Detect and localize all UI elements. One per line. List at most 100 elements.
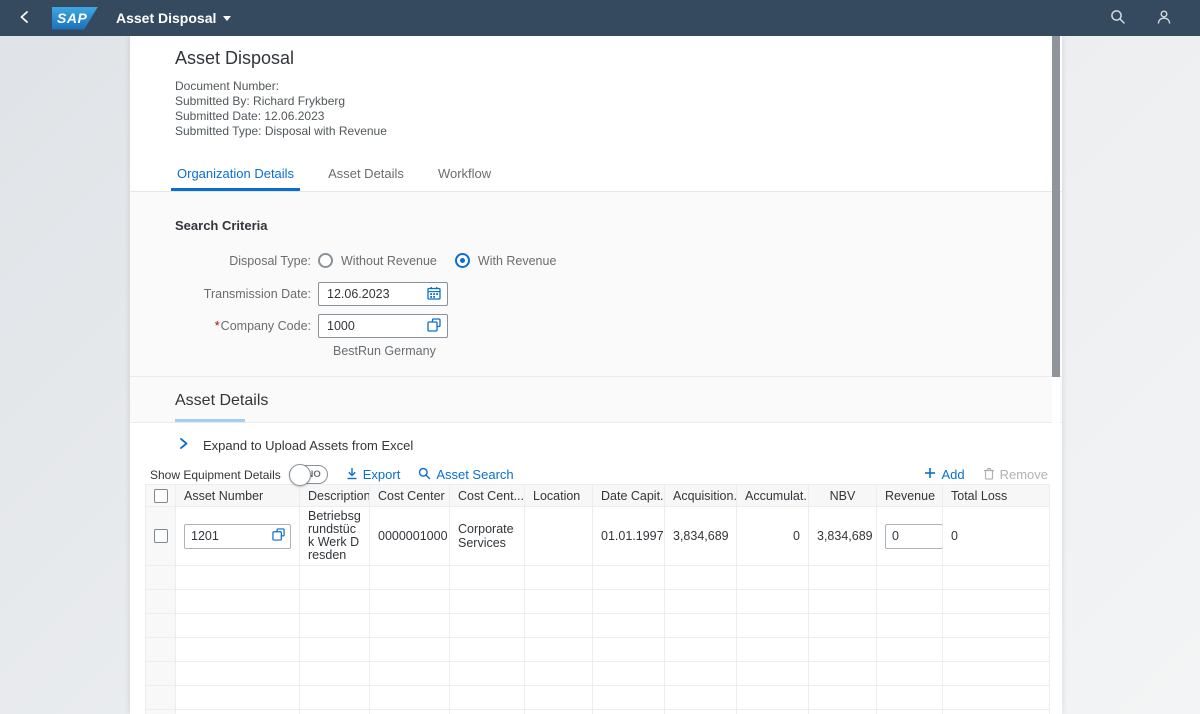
company-code-field <box>318 314 448 338</box>
col-location: Location <box>525 485 593 507</box>
disposal-type-radio-group: Without Revenue With Revenue <box>318 253 566 268</box>
show-equipment-toggle[interactable]: NO <box>289 465 328 484</box>
value-help-icon <box>272 528 285 544</box>
col-date-capitalized: Date Capit... <box>593 485 665 507</box>
trash-icon <box>983 467 995 483</box>
date-picker-button[interactable] <box>425 286 447 303</box>
company-code-input[interactable] <box>319 319 425 333</box>
section-underline <box>175 419 245 422</box>
transmission-date-field <box>318 282 448 306</box>
tab-workflow[interactable]: Workflow <box>436 158 493 191</box>
app-title: Asset Disposal <box>116 10 216 26</box>
download-icon <box>346 467 358 483</box>
cost-center-name-cell: Corporate Services <box>450 507 525 566</box>
table-row-empty <box>146 590 1050 614</box>
asset-details-panel: Expand to Upload Assets from Excel Show … <box>130 423 1062 714</box>
submitted-date-line: Submitted Date: 12.06.2023 <box>175 109 1017 123</box>
submitted-type-line: Submitted Type: Disposal with Revenue <box>175 124 1017 138</box>
col-cost-center: Cost Center <box>370 485 450 507</box>
col-total-loss: Total Loss <box>943 485 1050 507</box>
person-icon <box>1156 9 1172 28</box>
cost-center-cell: 0000001000 <box>370 507 450 566</box>
remove-row-button[interactable]: Remove <box>983 467 1048 483</box>
transmission-date-label: Transmission Date: <box>175 287 318 301</box>
calendar-icon <box>427 286 441 303</box>
add-row-button[interactable]: Add <box>924 467 964 482</box>
revenue-field <box>885 524 943 549</box>
shell-bar: SAP Asset Disposal <box>0 0 1200 36</box>
company-code-label: *Company Code: <box>175 319 318 333</box>
table-row-empty <box>146 614 1050 638</box>
chevron-right-icon <box>178 437 189 453</box>
asset-details-title: Asset Details <box>175 392 1017 410</box>
tab-asset-details[interactable]: Asset Details <box>326 158 406 191</box>
radio-without-revenue[interactable]: Without Revenue <box>318 253 437 268</box>
value-help-icon <box>427 318 441 335</box>
app-title-menu[interactable]: Asset Disposal <box>116 10 231 26</box>
row-checkbox[interactable] <box>154 529 168 543</box>
date-capitalized-cell: 01.01.1997 <box>593 507 665 566</box>
back-button[interactable] <box>14 6 34 31</box>
scrollbar-track[interactable] <box>1052 36 1060 686</box>
table-row-empty <box>146 710 1050 714</box>
asset-details-section-header: Asset Details <box>130 376 1062 423</box>
asset-table-body: Betriebsgrundstück Werk Dresden 00000010… <box>146 507 1050 714</box>
col-revenue: Revenue <box>877 485 943 507</box>
company-code-description: BestRun Germany <box>325 344 1017 358</box>
col-nbv: NBV <box>809 485 877 507</box>
col-acquisition: Acquisition... <box>665 485 737 507</box>
col-asset-number: Asset Number <box>176 485 300 507</box>
expand-upload-label: Expand to Upload Assets from Excel <box>203 438 413 453</box>
radio-with-revenue[interactable]: With Revenue <box>455 253 557 268</box>
tab-organization-details[interactable]: Organization Details <box>175 158 296 191</box>
asset-disposal-page: Asset Disposal Document Number: Submitte… <box>130 36 1062 714</box>
asset-number-input[interactable] <box>185 529 270 543</box>
total-loss-cell: 0 <box>943 507 1050 566</box>
export-button[interactable]: Export <box>346 467 401 483</box>
document-number-line: Document Number: <box>175 79 1017 93</box>
acquisition-cell: 3,834,689 <box>665 507 737 566</box>
asset-value-help-button[interactable] <box>270 528 290 544</box>
location-cell <box>525 507 593 566</box>
show-equipment-details-label: Show Equipment Details <box>150 468 281 482</box>
radio-button-icon[interactable] <box>318 253 333 268</box>
table-row-empty <box>146 662 1050 686</box>
sap-logo-text: SAP <box>57 10 87 26</box>
sap-logo[interactable]: SAP <box>52 7 98 30</box>
toggle-knob <box>289 464 311 486</box>
revenue-input[interactable] <box>886 529 942 543</box>
radio-button-icon[interactable] <box>455 253 470 268</box>
asset-table: Asset Number Description Cost Center Cos… <box>145 484 1050 714</box>
table-row: Betriebsgrundstück Werk Dresden 00000010… <box>146 507 1050 566</box>
disposal-type-label: Disposal Type: <box>175 254 318 268</box>
col-description: Description <box>300 485 370 507</box>
col-accumulated: Accumulat... <box>737 485 809 507</box>
col-cost-center-name: Cost Cent... <box>450 485 525 507</box>
search-criteria-title: Search Criteria <box>175 218 1017 233</box>
shell-profile-button[interactable] <box>1154 7 1174 30</box>
asset-number-field <box>184 524 291 549</box>
select-all-checkbox[interactable] <box>154 489 168 503</box>
table-row-empty <box>146 638 1050 662</box>
description-cell: Betriebsgrundstück Werk Dresden <box>300 507 370 566</box>
transmission-date-input[interactable] <box>319 287 425 301</box>
object-page-header: Asset Disposal Document Number: Submitte… <box>130 36 1062 158</box>
table-row-empty <box>146 566 1050 590</box>
shell-search-button[interactable] <box>1108 7 1128 30</box>
tab-bar: Organization Details Asset Details Workf… <box>130 158 1062 192</box>
chevron-left-icon <box>18 10 30 27</box>
search-icon <box>1110 9 1126 28</box>
search-icon <box>418 467 431 483</box>
asset-search-button[interactable]: Asset Search <box>418 467 513 483</box>
table-row-empty <box>146 686 1050 710</box>
search-criteria-section: Search Criteria Disposal Type: Without R… <box>130 192 1062 376</box>
value-help-button[interactable] <box>425 318 447 335</box>
expand-upload-excel[interactable]: Expand to Upload Assets from Excel <box>130 423 1062 465</box>
table-header-row: Asset Number Description Cost Center Cos… <box>146 485 1050 507</box>
submitted-by-line: Submitted By: Richard Frykberg <box>175 94 1017 108</box>
nbv-cell: 3,834,689 <box>809 507 877 566</box>
chevron-down-icon <box>223 16 231 21</box>
page-title: Asset Disposal <box>175 48 1017 69</box>
table-toolbar: Show Equipment Details NO Export Asset S… <box>130 465 1062 484</box>
scrollbar-thumb[interactable] <box>1052 36 1060 377</box>
